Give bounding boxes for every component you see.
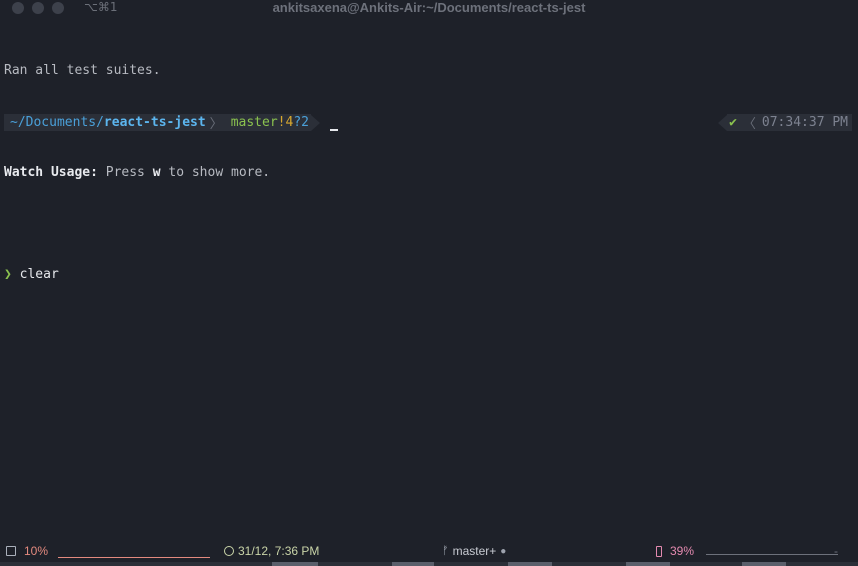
path-prefix: ~/Documents/	[10, 115, 104, 130]
dock-item[interactable]	[272, 562, 318, 566]
watch-usage-text: Press	[97, 165, 153, 180]
window-title: ankitsaxena@Ankits-Air:~/Documents/react…	[272, 0, 586, 15]
right-prompt: ✔ 〈 07:34:37 PM	[718, 114, 852, 132]
battery-icon	[656, 545, 662, 557]
terminal-window: ⌥⌘1 ankitsaxena@Ankits-Air:~/Documents/r…	[0, 0, 858, 566]
cpu-percent: 10%	[24, 544, 49, 558]
prompt-arrow-icon: ❯	[4, 267, 12, 282]
battery-graph	[706, 554, 838, 555]
dock-item[interactable]	[392, 562, 434, 566]
path-current-dir: react-ts-jest	[103, 115, 206, 130]
git-status-text: master+	[452, 544, 497, 558]
battery-graph-end: -	[834, 544, 838, 558]
watch-usage-tail: to show more.	[160, 165, 271, 180]
watch-usage-key: w	[152, 165, 161, 180]
output-line-test-summary: Ran all test suites.	[4, 63, 161, 78]
command-line: ❯ clear	[4, 266, 270, 283]
git-branch-icon: ᚠ	[442, 545, 449, 557]
git-dirty-dot-icon: ●	[500, 545, 507, 557]
clock-status[interactable]: 31/12, 7:36 PM	[224, 544, 319, 558]
watch-usage-label: Watch Usage:	[4, 165, 98, 180]
dock-item[interactable]	[508, 562, 552, 566]
shell-prompt: ~/Documents/react-ts-jest 〉 master !4 ?2	[4, 114, 338, 132]
status-bar: 10% 31/12, 7:36 PM ᚠ master+ ● 39% -	[0, 540, 858, 562]
git-modified-count: !4	[277, 115, 294, 130]
clock-icon	[224, 546, 234, 556]
output-line-watch-usage: Watch Usage: Press w to show more.	[4, 164, 270, 181]
prompt-segment-end	[310, 114, 320, 131]
datetime-text: 31/12, 7:36 PM	[238, 544, 320, 558]
git-untracked-count: ?2	[293, 115, 309, 130]
git-status[interactable]: ᚠ master+ ●	[442, 544, 506, 558]
checkmark-icon: ✔	[729, 115, 737, 130]
text-cursor	[329, 128, 338, 131]
right-prompt-start	[718, 114, 728, 131]
right-prompt-segment: ✔ 〈 07:34:37 PM	[727, 114, 852, 132]
command-text: clear	[19, 267, 59, 282]
cpu-status[interactable]: 10%	[6, 544, 48, 558]
cpu-icon	[6, 546, 16, 556]
prompt-git-segment: master !4 ?2	[230, 114, 311, 131]
dock-item[interactable]	[626, 562, 670, 566]
chevron-right-icon: 〉	[209, 117, 223, 132]
cpu-graph	[58, 553, 210, 558]
prompt-time: 07:34:37 PM	[761, 115, 848, 130]
dock-item[interactable]	[742, 562, 786, 566]
title-bar: ⌥⌘1 ankitsaxena@Ankits-Air:~/Documents/r…	[0, 0, 858, 16]
prompt-path-segment: ~/Documents/react-ts-jest 〉	[4, 114, 231, 132]
git-branch-name: master	[230, 115, 278, 130]
terminal-output[interactable]: Ran all test suites. Watch Usage: Press …	[4, 28, 270, 317]
chevron-left-icon: 〈	[742, 117, 756, 132]
battery-status[interactable]: 39%	[656, 544, 694, 558]
battery-percent: 39%	[670, 544, 695, 558]
